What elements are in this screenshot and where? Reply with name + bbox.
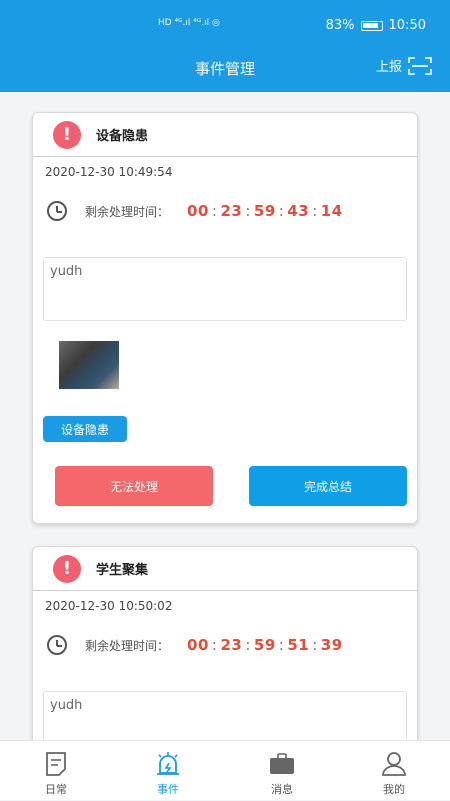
tab-label: 消息 <box>271 783 293 796</box>
tab-label: 事件 <box>157 783 179 796</box>
countdown-minutes: 59 <box>253 202 276 220</box>
app-header: HD ⁴ᴳ.ıl ⁴ᴳ.ıl ◎ 83% 10:50 事件管理 上报 <box>0 0 450 92</box>
daily-icon <box>46 752 66 776</box>
countdown-millis: 39 <box>320 636 343 654</box>
event-tag: 设备隐患 <box>43 416 127 442</box>
countdown: 00:23:59:51:39 <box>187 636 343 654</box>
cannot-handle-button[interactable]: 无法处理 <box>55 466 213 506</box>
event-card-header: ! 设备隐患 <box>33 113 417 157</box>
alert-icon: ! <box>53 120 81 149</box>
event-note: yudh <box>43 257 407 321</box>
remaining-time-row: 剩余处理时间： 00:23:59:51:39 <box>47 635 343 655</box>
event-time: 2020-12-30 10:50:02 <box>45 599 173 613</box>
report-label: 上报 <box>375 60 402 75</box>
status-clock: 10:50 <box>388 18 426 33</box>
countdown-millis: 14 <box>320 202 343 220</box>
event-category: 设备隐患 <box>96 129 149 144</box>
remaining-label: 剩余处理时间： <box>85 638 170 653</box>
scan-icon <box>408 56 432 75</box>
remaining-time-row: 剩余处理时间： 00:23:59:43:14 <box>47 201 343 221</box>
countdown-hours: 23 <box>220 636 243 654</box>
tab-events[interactable]: 事件 <box>112 741 224 801</box>
countdown-minutes: 59 <box>253 636 276 654</box>
event-category: 学生聚集 <box>96 563 149 578</box>
countdown-days: 00 <box>187 636 209 654</box>
tab-label: 日常 <box>45 783 67 796</box>
status-bar: HD ⁴ᴳ.ıl ⁴ᴳ.ıl ◎ 83% 10:50 <box>0 14 450 40</box>
countdown-seconds: 43 <box>287 202 310 220</box>
countdown-seconds: 51 <box>287 636 310 654</box>
countdown-days: 00 <box>187 202 209 220</box>
briefcase-icon <box>270 753 294 774</box>
clock-icon <box>47 201 67 221</box>
event-time: 2020-12-30 10:49:54 <box>45 165 173 179</box>
event-card[interactable]: ! 学生聚集 2020-12-30 10:50:02 剩余处理时间： 00:23… <box>32 546 418 755</box>
bottom-tab-bar: 日常 事件 消息 我的 <box>0 740 450 800</box>
status-right: 83% 10:50 <box>326 18 426 33</box>
countdown: 00:23:59:43:14 <box>187 202 343 220</box>
alert-icon: ! <box>53 554 81 583</box>
tab-messages[interactable]: 消息 <box>226 741 338 801</box>
complete-summary-button[interactable]: 完成总结 <box>249 466 407 506</box>
tab-label: 我的 <box>383 783 405 796</box>
tab-daily[interactable]: 日常 <box>0 741 112 801</box>
tab-profile[interactable]: 我的 <box>338 741 450 801</box>
remaining-label: 剩余处理时间： <box>85 204 170 219</box>
battery-percent: 83% <box>325 18 355 33</box>
event-card-header: ! 学生聚集 <box>33 547 417 591</box>
battery-icon <box>360 20 383 31</box>
clock-icon <box>47 635 67 655</box>
signal-indicators: HD ⁴ᴳ.ıl ⁴ᴳ.ıl ◎ <box>158 18 220 28</box>
alarm-icon <box>157 752 179 775</box>
report-button[interactable]: 上报 <box>376 56 432 75</box>
event-photo[interactable] <box>59 341 119 389</box>
event-card[interactable]: ! 设备隐患 2020-12-30 10:49:54 剩余处理时间： 00:23… <box>32 112 418 524</box>
user-icon <box>382 752 406 776</box>
countdown-hours: 23 <box>220 202 243 220</box>
